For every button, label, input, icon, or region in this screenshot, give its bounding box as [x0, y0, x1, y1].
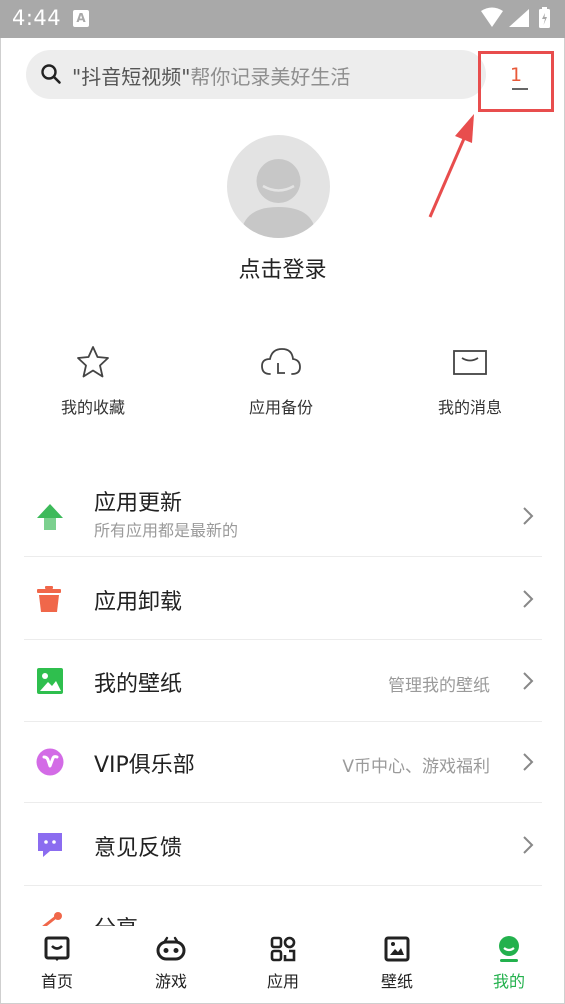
message-count: 1	[509, 64, 523, 86]
tab-apps[interactable]: 应用	[243, 934, 323, 992]
menu-item-title: 分享	[94, 911, 138, 926]
apps-icon	[270, 936, 296, 962]
search-bar[interactable]: "抖音短视频"帮你记录美好生活	[26, 50, 486, 99]
default-user-icon	[241, 159, 316, 238]
menu-item-share[interactable]: 分享	[24, 886, 542, 926]
quick-action-label: 我的消息	[437, 398, 502, 417]
star-icon	[77, 346, 109, 378]
menu-item-title: 我的壁纸	[94, 672, 183, 697]
search-placeholder-text: 帮你记录美好生活	[190, 65, 351, 89]
vip-icon	[36, 748, 64, 776]
menu-item-title: 应用更新	[94, 491, 183, 516]
message-indicator-line	[512, 88, 528, 90]
quick-action-label: 应用备份	[248, 398, 313, 417]
menu-item-title: VIP俱乐部	[94, 753, 195, 778]
quick-action-messages[interactable]: 我的消息	[395, 342, 545, 418]
menu-item-hint: 管理我的壁纸	[388, 676, 490, 696]
home-icon	[44, 936, 70, 961]
menu-item-uninstall[interactable]: 应用卸载	[24, 558, 542, 640]
tab-label: 应用	[266, 972, 299, 991]
status-bar: 4:44 A	[0, 0, 565, 38]
tab-profile[interactable]: 我的	[469, 934, 549, 992]
quick-action-favorites[interactable]: 我的收藏	[18, 342, 168, 418]
quick-action-label: 我的收藏	[60, 398, 125, 417]
wallpaper-icon	[384, 936, 410, 962]
chevron-right-icon	[523, 836, 534, 854]
gamepad-icon	[156, 936, 186, 961]
menu-item-feedback[interactable]: 意见反馈	[24, 803, 542, 886]
tab-label: 壁纸	[380, 972, 413, 991]
bottom-tab-bar: 首页 游戏 应用 壁纸 我的	[1, 926, 564, 1003]
tab-wallpaper[interactable]: 壁纸	[357, 934, 437, 992]
tab-label: 我的	[492, 972, 525, 991]
status-time: 4:44	[12, 6, 62, 30]
menu-item-app-update[interactable]: 应用更新 所有应用都是最新的	[24, 475, 542, 557]
profile-icon	[499, 936, 519, 962]
chevron-right-icon	[523, 672, 534, 690]
cloud-backup-icon	[261, 348, 301, 375]
search-placeholder: "抖音短视频"帮你记录美好生活	[72, 61, 350, 90]
menu-item-wallpaper[interactable]: 我的壁纸 管理我的壁纸	[24, 640, 542, 722]
share-icon	[42, 912, 62, 926]
image-icon	[37, 668, 63, 694]
tab-games[interactable]: 游戏	[131, 934, 211, 992]
trash-icon	[37, 586, 61, 612]
quick-action-backup[interactable]: 应用备份	[206, 342, 356, 418]
menu-item-hint: V币中心、游戏福利	[342, 757, 490, 777]
avatar[interactable]	[227, 135, 330, 238]
menu-item-title: 意见反馈	[94, 836, 183, 861]
search-placeholder-highlight: "抖音短视频"	[72, 65, 191, 89]
annotation-arrow-icon	[428, 114, 474, 218]
arrow-up-icon	[37, 504, 63, 530]
envelope-icon	[453, 350, 487, 375]
menu-item-subtitle: 所有应用都是最新的	[94, 521, 239, 540]
tab-home[interactable]: 首页	[17, 934, 97, 992]
chevron-right-icon	[523, 753, 534, 771]
tab-label: 首页	[40, 972, 73, 991]
menu-item-vip-club[interactable]: VIP俱乐部 V币中心、游戏福利	[24, 722, 542, 803]
tab-label: 游戏	[154, 972, 187, 991]
notification-a-icon: A	[73, 10, 89, 27]
login-label[interactable]: 点击登录	[0, 252, 565, 284]
feedback-icon	[38, 833, 62, 857]
search-icon	[41, 64, 61, 84]
chevron-right-icon	[523, 590, 534, 608]
message-button[interactable]: 1	[478, 51, 554, 112]
system-status-icons	[481, 7, 550, 28]
chevron-right-icon	[523, 507, 534, 525]
menu-item-title: 应用卸载	[94, 590, 183, 615]
